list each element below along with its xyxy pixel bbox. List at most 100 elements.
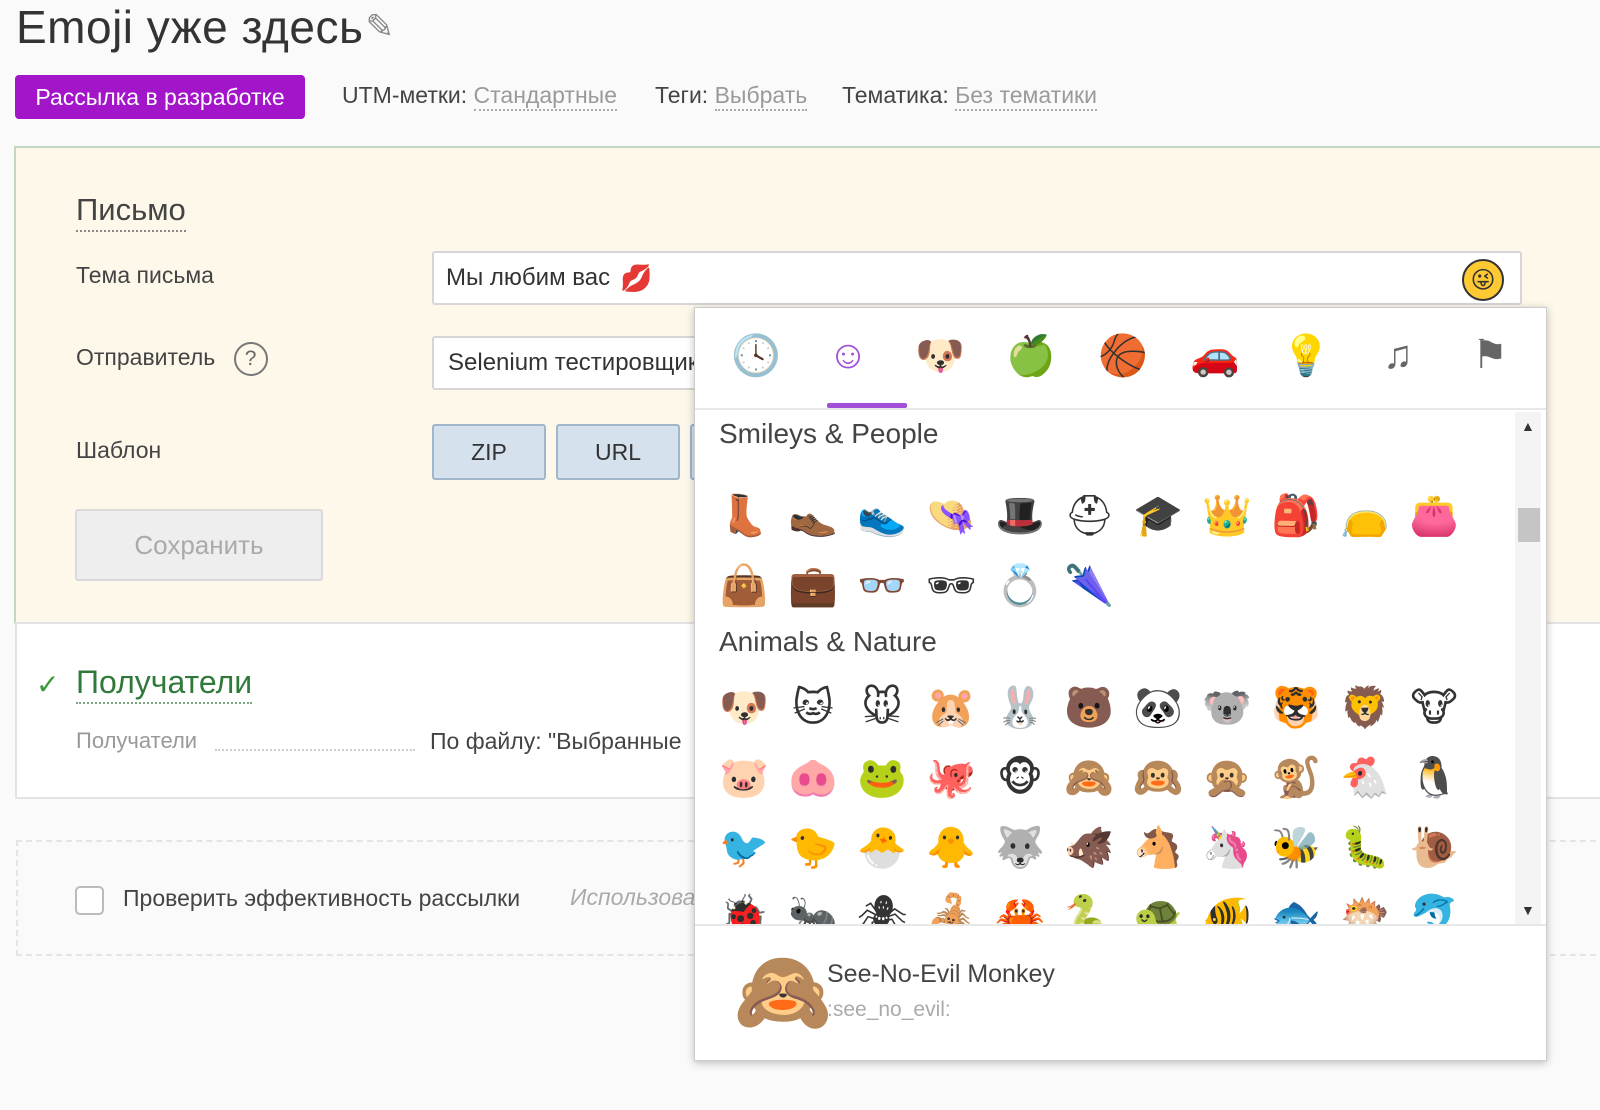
effectiveness-checkbox[interactable] — [75, 886, 104, 915]
apple-icon[interactable]: 🍏 — [1006, 330, 1056, 380]
effectiveness-label[interactable]: Проверить эффективность рассылки — [123, 885, 520, 912]
emoji-picker-toggle-icon[interactable]: 😜 — [1462, 259, 1504, 301]
subject-input[interactable]: Мы любим вас 💋 😜 — [432, 251, 1522, 305]
emoji-snake[interactable]: 🐍 — [1064, 890, 1114, 924]
emoji-bird[interactable]: 🐦 — [719, 822, 769, 874]
scroll-thumb[interactable] — [1518, 508, 1540, 542]
emoji-hear-no-evil[interactable]: 🙉 — [1133, 752, 1183, 804]
emoji-sneaker[interactable]: 👟 — [857, 490, 907, 542]
emoji-bee[interactable]: 🐝 — [1271, 822, 1321, 874]
emoji-hamster[interactable]: 🐹 — [926, 682, 976, 734]
basketball-icon[interactable]: 🏀 — [1098, 330, 1148, 380]
emoji-sunglasses[interactable]: 🕶 — [926, 560, 977, 612]
emoji-hatching-chick[interactable]: 🐣 — [857, 822, 907, 874]
emoji-cow[interactable]: 🐮 — [1409, 682, 1459, 734]
emoji-fish[interactable]: 🐟 — [1271, 890, 1321, 924]
recipients-title[interactable]: Получатели — [76, 662, 253, 704]
emoji-ring[interactable]: 💍 — [995, 560, 1045, 612]
emoji-purse[interactable]: 👛 — [1409, 490, 1459, 542]
emoji-list-scrollbar[interactable]: ▲ ▼ — [1515, 412, 1541, 924]
clock-icon[interactable]: 🕓 — [731, 330, 781, 380]
emoji-panda[interactable]: 🐼 — [1133, 682, 1183, 734]
emoji-frog[interactable]: 🐸 — [857, 752, 907, 804]
emoji-row: 👢 👞 👟 👒 🎩 ⛑ 🎓 👑 🎒 👝 👛 — [719, 490, 1459, 542]
emoji-lion[interactable]: 🦁 — [1340, 682, 1390, 734]
emoji-chicken[interactable]: 🐔 — [1340, 752, 1390, 804]
subject-label: Тема письма — [76, 262, 214, 288]
emoji-category-bar: 🕓 ☺ 🐶 🍏 🏀 🚗 💡 ♫ ⚑ — [695, 308, 1546, 410]
emoji-rabbit[interactable]: 🐰 — [995, 682, 1045, 734]
kiss-mark-icon: 💋 — [620, 262, 653, 293]
flags-icon[interactable]: ⚑ — [1465, 330, 1515, 380]
emoji-ant[interactable]: 🐜 — [788, 890, 838, 924]
emoji-mouse[interactable]: 🐭 — [857, 682, 907, 734]
status-badge[interactable]: Рассылка в разработке — [15, 75, 305, 119]
letter-section-title[interactable]: Письмо — [76, 190, 186, 232]
lightbulb-icon[interactable]: 💡 — [1281, 330, 1331, 380]
emoji-shoe[interactable]: 👞 — [788, 490, 838, 542]
emoji-cat[interactable]: 🐱 — [788, 682, 838, 734]
emoji-monkey[interactable]: 🐒 — [1271, 752, 1321, 804]
emoji-umbrella[interactable]: 🌂 — [1064, 560, 1114, 612]
emoji-monkey-face[interactable]: 🐵 — [995, 752, 1045, 804]
emoji-eyeglasses[interactable]: 👓 — [857, 560, 907, 612]
emoji-penguin[interactable]: 🐧 — [1409, 752, 1459, 804]
emoji-scorpion[interactable]: 🦂 — [926, 890, 976, 924]
emoji-tiger[interactable]: 🐯 — [1271, 682, 1321, 734]
scroll-down-arrow-icon[interactable]: ▼ — [1521, 902, 1535, 918]
save-button[interactable]: Сохранить — [75, 509, 323, 581]
emoji-row: 🐦 🐤 🐣 🐥 🐺 🐗 🐴 🦄 🐝 🐛 🐌 — [719, 822, 1459, 874]
section-label-smileys: Smileys & People — [719, 418, 947, 450]
emoji-spider[interactable]: 🕷 — [857, 890, 908, 924]
emoji-octopus[interactable]: 🐙 — [926, 752, 976, 804]
template-zip-button[interactable]: ZIP — [432, 424, 546, 480]
emoji-turtle[interactable]: 🐢 — [1133, 890, 1183, 924]
emoji-wolf[interactable]: 🐺 — [995, 822, 1045, 874]
emoji-ladybug[interactable]: 🐞 — [719, 890, 769, 924]
emoji-front-chick[interactable]: 🐥 — [926, 822, 976, 874]
emoji-backpack[interactable]: 🎒 — [1271, 490, 1321, 542]
sender-select[interactable]: Selenium тестировщик — [432, 336, 732, 390]
emoji-pouch[interactable]: 👝 — [1340, 490, 1390, 542]
emoji-pig[interactable]: 🐷 — [719, 752, 769, 804]
emoji-speak-no-evil[interactable]: 🙊 — [1202, 752, 1252, 804]
emoji-snail[interactable]: 🐌 — [1409, 822, 1459, 874]
emoji-row: 🐶 🐱 🐭 🐹 🐰 🐻 🐼 🐨 🐯 🦁 🐮 — [719, 682, 1459, 734]
emoji-crown[interactable]: 👑 — [1202, 490, 1252, 542]
emoji-unicorn[interactable]: 🦄 — [1202, 822, 1252, 874]
emoji-boar[interactable]: 🐗 — [1064, 822, 1114, 874]
emoji-koala[interactable]: 🐨 — [1202, 682, 1252, 734]
emoji-bug[interactable]: 🐛 — [1340, 822, 1390, 874]
emoji-bear[interactable]: 🐻 — [1064, 682, 1114, 734]
symbols-icon[interactable]: ♫ — [1373, 330, 1423, 380]
dog-icon[interactable]: 🐶 — [915, 330, 965, 380]
topic-value-link[interactable]: Без тематики — [955, 82, 1097, 111]
smiley-icon[interactable]: ☺ — [823, 330, 873, 380]
emoji-dog[interactable]: 🐶 — [719, 682, 769, 734]
pencil-icon[interactable]: ✎ — [365, 7, 394, 47]
utm-value-link[interactable]: Стандартные — [473, 82, 617, 111]
emoji-crab[interactable]: 🦀 — [995, 890, 1045, 924]
emoji-boot[interactable]: 👢 — [719, 490, 769, 542]
page-title[interactable]: Emoji уже здесь ✎ — [16, 0, 394, 54]
emoji-see-no-evil[interactable]: 🙈 — [1064, 752, 1114, 804]
help-icon[interactable]: ? — [233, 342, 268, 376]
emoji-pig-nose[interactable]: 🐽 — [788, 752, 838, 804]
emoji-horse[interactable]: 🐴 — [1133, 822, 1183, 874]
emoji-dolphin[interactable]: 🐬 — [1409, 890, 1459, 924]
emoji-mortarboard[interactable]: 🎓 — [1133, 490, 1183, 542]
scroll-up-arrow-icon[interactable]: ▲ — [1521, 418, 1535, 434]
tags-value-link[interactable]: Выбрать — [714, 82, 808, 111]
car-icon[interactable]: 🚗 — [1190, 330, 1240, 380]
emoji-tropical-fish[interactable]: 🐠 — [1202, 890, 1252, 924]
preview-emoji-name: See-No-Evil Monkey — [827, 960, 1055, 988]
emoji-row: 🐷 🐽 🐸 🐙 🐵 🙈 🙉 🙊 🐒 🐔 🐧 — [719, 752, 1459, 804]
emoji-blowfish[interactable]: 🐡 — [1340, 890, 1390, 924]
emoji-handbag[interactable]: 👜 — [719, 560, 769, 612]
emoji-baby-chick[interactable]: 🐤 — [788, 822, 838, 874]
emoji-tophat[interactable]: 🎩 — [995, 490, 1045, 542]
template-url-button[interactable]: URL — [556, 424, 680, 480]
emoji-hat[interactable]: 👒 — [926, 490, 976, 542]
emoji-helmet[interactable]: ⛑ — [1064, 490, 1115, 542]
emoji-briefcase[interactable]: 💼 — [788, 560, 838, 612]
